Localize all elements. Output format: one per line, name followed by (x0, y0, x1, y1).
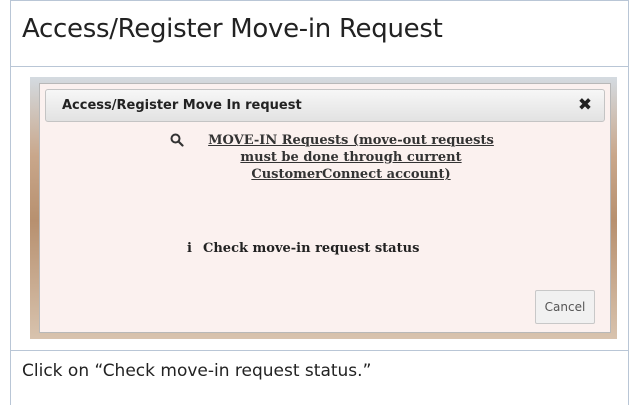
move-in-requests-link[interactable]: MOVE-IN Requests (move-out requests must… (192, 132, 510, 183)
document-caption: Click on “Check move-in request status.” (22, 361, 372, 381)
title-divider (10, 66, 629, 67)
caption-divider (10, 350, 629, 351)
cancel-button[interactable]: Cancel (535, 290, 595, 324)
info-icon: i (187, 241, 192, 256)
dialog-header: Access/Register Move In request ✖ (45, 89, 605, 122)
top-divider (10, 0, 629, 1)
document-title: Access/Register Move-in Request (22, 14, 443, 44)
move-in-dialog: Access/Register Move In request ✖ MOVE-I… (39, 83, 611, 333)
check-status-row: i Check move-in request status (187, 241, 487, 256)
dialog-title: Access/Register Move In request (62, 98, 302, 113)
close-icon[interactable]: ✖ (575, 94, 595, 116)
embedded-screenshot: Access/Register Move In request ✖ MOVE-I… (30, 77, 617, 339)
check-status-link[interactable]: Check move-in request status (203, 241, 419, 256)
search-icon (170, 133, 184, 147)
move-in-requests-row: MOVE-IN Requests (move-out requests must… (170, 132, 510, 183)
